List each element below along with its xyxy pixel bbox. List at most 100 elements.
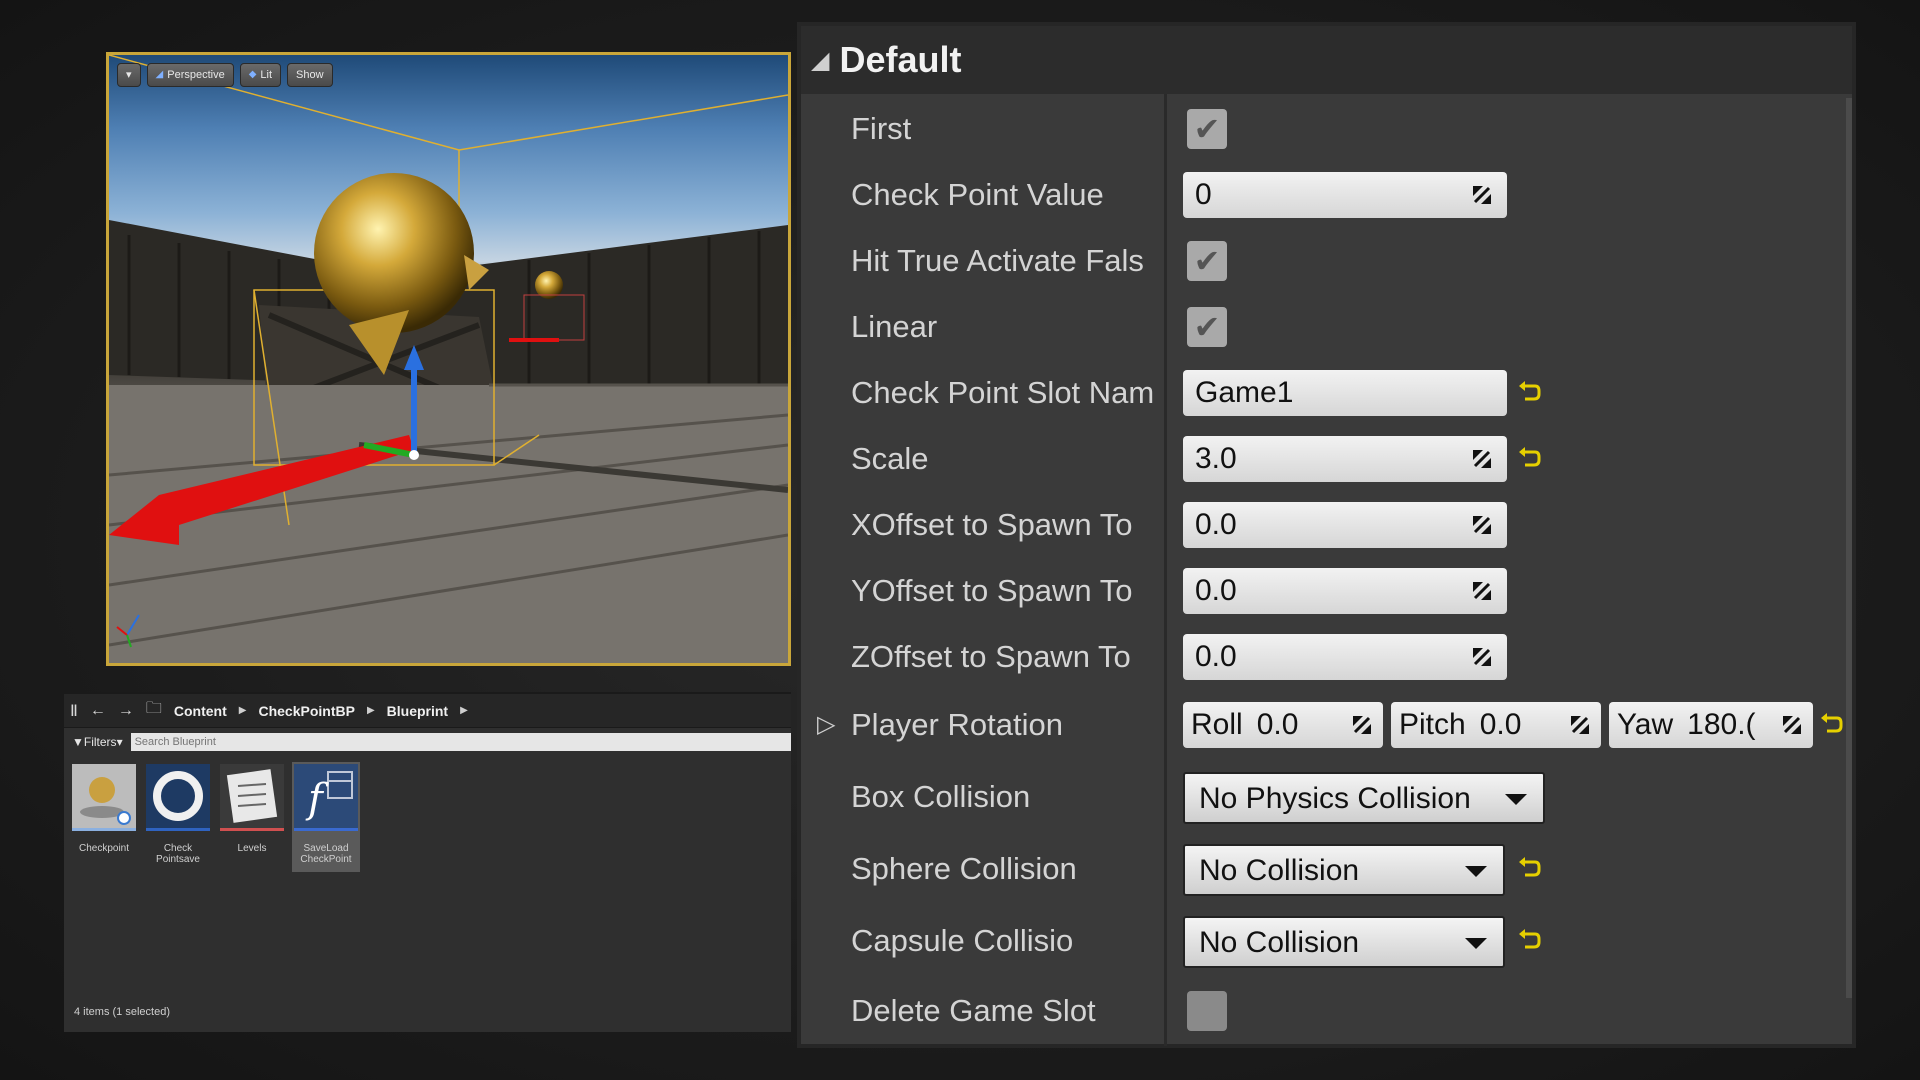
property-label: Capsule Collisio: [851, 923, 1074, 958]
roll-label: Roll: [1191, 708, 1243, 741]
reset-to-default-icon[interactable]: [1819, 712, 1845, 738]
details-panel: ◢ Default First ✔ Check Point Value 0 Hi…: [797, 22, 1856, 1048]
field-value: 0.0: [1195, 640, 1237, 673]
delete-game-slot-checkbox[interactable]: [1187, 991, 1227, 1031]
asset-label: Levels: [237, 843, 267, 854]
search-input[interactable]: [130, 733, 791, 751]
perspective-button[interactable]: ◢ Perspective: [146, 63, 234, 87]
property-row-capsule-collision: Capsule Collisio No Collision: [801, 908, 1852, 974]
asset-tile[interactable]: Checkpoint: [70, 762, 138, 872]
first-checkbox[interactable]: ✔: [1187, 109, 1227, 149]
breadcrumb-content[interactable]: Content: [174, 703, 227, 719]
expand-arrow-icon[interactable]: ▷: [817, 692, 835, 758]
dropdown-value: No Physics Collision: [1199, 782, 1471, 815]
spin-arrows-icon[interactable]: [1471, 580, 1493, 602]
breadcrumb-checkpointbp[interactable]: CheckPointBP: [258, 703, 354, 719]
property-label: Scale: [851, 441, 929, 476]
linear-checkbox[interactable]: ✔: [1187, 307, 1227, 347]
property-label: ZOffset to Spawn To: [851, 639, 1131, 674]
capsule-collision-dropdown[interactable]: No Collision: [1183, 916, 1505, 968]
wooden-floor: [109, 385, 788, 663]
field-value: 0.0: [1195, 508, 1237, 541]
pitch-value: 0.0: [1479, 708, 1522, 741]
yaw-field[interactable]: Yaw 180.(: [1609, 702, 1813, 748]
spin-arrows-icon[interactable]: [1351, 714, 1373, 736]
reset-to-default-icon[interactable]: [1517, 380, 1543, 406]
asset-tile[interactable]: Levels: [218, 762, 286, 872]
property-row-sphere-collision: Sphere Collision No Collision: [801, 836, 1852, 902]
yaw-value: 180.(: [1687, 708, 1756, 741]
spin-arrows-icon[interactable]: [1471, 448, 1493, 470]
reset-to-default-icon[interactable]: [1517, 446, 1543, 472]
path-bar: Ⅱ ← → 🗀 Content ▶ CheckPointBP ▶ Bluepri…: [64, 694, 791, 728]
property-row-zoffset: ZOffset to Spawn To 0.0: [801, 624, 1852, 690]
breadcrumb-separator-icon[interactable]: ▶: [239, 705, 247, 716]
property-label: Player Rotation: [851, 707, 1063, 742]
pitch-field[interactable]: Pitch 0.0: [1391, 702, 1601, 748]
hit-true-activate-false-checkbox[interactable]: ✔: [1187, 241, 1227, 281]
property-row-xoffset: XOffset to Spawn To 0.0: [801, 492, 1852, 558]
property-label: Check Point Value: [851, 177, 1104, 212]
dropdown-arrow-icon: [1465, 938, 1487, 949]
dropdown-value: No Collision: [1199, 926, 1360, 959]
property-label: Linear: [851, 309, 938, 344]
scale-field[interactable]: 3.0: [1183, 436, 1507, 482]
box-collision-dropdown[interactable]: No Physics Collision: [1183, 772, 1545, 824]
property-label: YOffset to Spawn To: [851, 573, 1133, 608]
level-viewport[interactable]: ▾ ◢ Perspective ◆ Lit Show: [106, 52, 791, 666]
check-point-value-field[interactable]: 0: [1183, 172, 1507, 218]
property-row-linear: Linear ✔: [801, 294, 1852, 360]
checkpoint-sphere[interactable]: [314, 173, 474, 333]
property-row-player-rotation: ▷ Player Rotation Roll 0.0 Pitch 0.0 Yaw 18…: [801, 692, 1852, 758]
asset-label: Checkpoint: [78, 843, 130, 854]
default-section-header[interactable]: ◢ Default: [801, 26, 1852, 94]
asset-label: SaveLoad CheckPoint: [300, 843, 352, 865]
perspective-icon: ◢: [155, 69, 164, 80]
xoffset-field[interactable]: 0.0: [1183, 502, 1507, 548]
lit-button[interactable]: ◆ Lit: [239, 63, 282, 87]
list-icon: [220, 764, 284, 828]
ring-icon: [146, 764, 210, 828]
dropdown-value: No Collision: [1199, 854, 1360, 887]
forward-arrow-icon[interactable]: →: [118, 702, 134, 720]
back-arrow-icon[interactable]: ←: [90, 702, 106, 720]
filters-button[interactable]: ▼Filters▾: [72, 735, 123, 749]
spin-arrows-icon[interactable]: [1471, 184, 1493, 206]
collapse-arrow-icon[interactable]: ◢: [811, 46, 829, 75]
asset-tile-selected[interactable]: f SaveLoad CheckPoint: [292, 762, 360, 872]
show-label: Show: [296, 69, 324, 81]
spin-arrows-icon[interactable]: [1471, 646, 1493, 668]
breadcrumb-separator-icon[interactable]: ▶: [460, 705, 468, 716]
sphere-mesh-icon: [72, 764, 136, 828]
roll-field[interactable]: Roll 0.0: [1183, 702, 1383, 748]
property-label: Delete Game Slot: [851, 993, 1096, 1028]
show-button[interactable]: Show: [287, 63, 333, 87]
sphere-collision-dropdown[interactable]: No Collision: [1183, 844, 1505, 896]
roll-value: 0.0: [1256, 708, 1299, 741]
property-label: Sphere Collision: [851, 851, 1077, 886]
breadcrumb-separator-icon[interactable]: ▶: [367, 705, 375, 716]
property-row-yoffset: YOffset to Spawn To 0.0: [801, 558, 1852, 624]
property-row-check-point-value: Check Point Value 0: [801, 162, 1852, 228]
section-title: Default: [839, 39, 962, 80]
content-browser: Ⅱ ← → 🗀 Content ▶ CheckPointBP ▶ Bluepri…: [64, 692, 791, 1032]
item-count-status: 4 items (1 selected): [74, 1006, 170, 1018]
asset-tile[interactable]: Check Pointsave: [144, 762, 212, 872]
zoffset-field[interactable]: 0.0: [1183, 634, 1507, 680]
yaw-label: Yaw: [1617, 708, 1674, 741]
panel-handle-icon[interactable]: Ⅱ: [70, 701, 78, 721]
breadcrumb-blueprint[interactable]: Blueprint: [387, 703, 448, 719]
reset-to-default-icon[interactable]: [1517, 928, 1543, 954]
check-point-slot-name-field[interactable]: Game1: [1183, 370, 1507, 416]
chevron-down-icon: ▾: [116, 735, 123, 749]
spin-arrows-icon[interactable]: [1471, 514, 1493, 536]
filters-label: Filters: [83, 735, 117, 749]
spin-arrows-icon[interactable]: [1569, 714, 1591, 736]
yoffset-field[interactable]: 0.0: [1183, 568, 1507, 614]
field-value: 0.0: [1195, 574, 1237, 607]
spin-arrows-icon[interactable]: [1781, 714, 1803, 736]
reset-to-default-icon[interactable]: [1517, 856, 1543, 882]
property-row-hit-true-activate-false: Hit True Activate Fals ✔: [801, 228, 1852, 294]
field-value: 3.0: [1195, 442, 1237, 475]
viewport-options-button[interactable]: ▾: [117, 63, 141, 87]
